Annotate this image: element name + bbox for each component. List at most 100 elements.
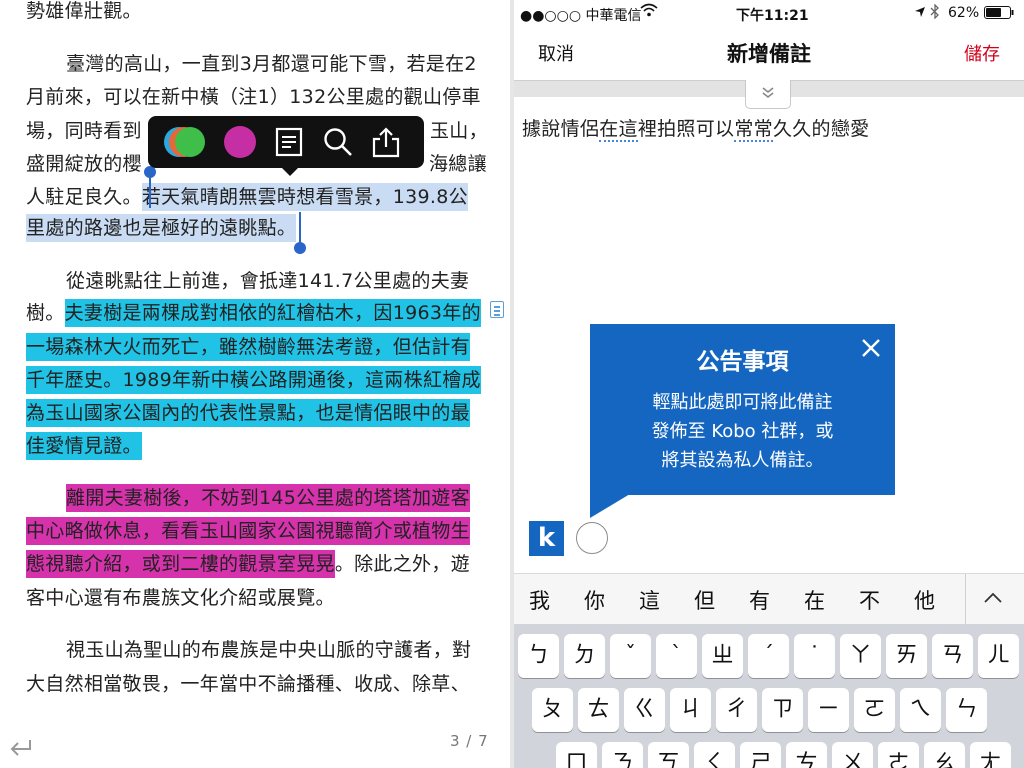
note-input[interactable]: 據說情侶在這裡拍照可以常常久久的戀愛 xyxy=(522,114,870,142)
cancel-button[interactable]: 取消 xyxy=(538,40,574,66)
key[interactable]: ˇ xyxy=(610,634,651,678)
close-icon[interactable] xyxy=(859,336,883,360)
candidate-word[interactable]: 我 xyxy=(529,585,550,615)
key[interactable]: ㄟ xyxy=(900,688,941,732)
key[interactable]: ˊ xyxy=(748,634,789,678)
cyan-highlight[interactable]: 佳愛情見證。 xyxy=(26,432,142,460)
text-line: 場，同時看到 xyxy=(26,120,142,142)
candidate-word[interactable]: 有 xyxy=(749,585,770,615)
candidate-word[interactable]: 在 xyxy=(804,585,825,615)
page-title: 新增備註 xyxy=(727,42,811,66)
location-icon xyxy=(914,6,926,22)
text-line: 海總讓 xyxy=(429,153,487,175)
callout-pointer xyxy=(590,494,630,518)
bluetooth-icon xyxy=(930,3,940,23)
text-line[interactable]: 里處的路邊也是極好的遠眺點。 xyxy=(26,213,297,243)
save-button[interactable]: 儲存 xyxy=(964,40,1000,66)
candidate-word[interactable]: 不 xyxy=(859,585,880,615)
key[interactable]: ㄊ xyxy=(578,688,619,732)
key[interactable]: ㄣ xyxy=(946,688,987,732)
selection-end-knob[interactable] xyxy=(294,242,306,254)
cyan-highlight[interactable]: 一場森林大火而死亡，雖然樹齡無法考證，但估計有 xyxy=(26,333,470,361)
search-icon[interactable] xyxy=(320,116,356,168)
back-arrow-icon[interactable] xyxy=(8,738,34,762)
text-segment: 人駐足良久。 xyxy=(26,186,142,208)
key[interactable]: ㄅ xyxy=(518,634,559,678)
share-icon[interactable] xyxy=(368,116,404,168)
text-line: 月前來，可以在新中橫（注1）132公里處的觀山停車 xyxy=(26,86,481,108)
key[interactable]: ㄠ xyxy=(924,742,965,768)
text-line[interactable]: 佳愛情見證。 xyxy=(26,431,142,461)
text-line[interactable]: 樹。夫妻樹是兩棵成對相依的紅檜枯木，因1963年的 xyxy=(26,298,481,328)
note-text-part: 久久的戀愛 xyxy=(772,118,870,140)
selected-text[interactable]: 若天氣晴朗無雲時想看雪景，139.8公 xyxy=(141,183,468,211)
magenta-highlight-icon[interactable] xyxy=(220,116,260,168)
text-segment: 。除此之外，遊 xyxy=(334,553,470,575)
add-note-icon[interactable] xyxy=(272,116,306,168)
selected-text[interactable]: 里處的路邊也是極好的遠眺點。 xyxy=(26,214,297,242)
text-line[interactable]: 中心略做休息，看看玉山國家公園視聽簡介或植物生 xyxy=(26,516,470,546)
multicolor-highlight-icon[interactable] xyxy=(160,116,210,168)
callout-line: 發佈至 Kobo 社群，或 xyxy=(651,421,834,442)
kobo-share-button[interactable]: k xyxy=(529,521,564,556)
key[interactable]: ㄑ xyxy=(694,742,735,768)
key[interactable]: ㄢ xyxy=(932,634,973,678)
text-line[interactable]: 離開夫妻樹後，不妨到145公里處的塔塔加遊客 xyxy=(66,483,470,513)
text-line[interactable]: 態視聽介紹，或到二樓的觀景室晃晃。除此之外，遊 xyxy=(26,549,470,579)
text-line: 玉山， xyxy=(430,120,488,142)
double-chevron-down-icon xyxy=(762,87,774,99)
key[interactable]: ㄤ xyxy=(970,742,1011,768)
key[interactable]: ㄦ xyxy=(978,634,1019,678)
cyan-highlight[interactable]: 為玉山國家公園內的代表性景點，也是情侶眼中的最 xyxy=(26,399,470,427)
key[interactable]: ㄛ xyxy=(854,688,895,732)
carrier-label: ●●○○○ 中華電信 xyxy=(520,8,642,24)
magenta-highlight[interactable]: 中心略做休息，看看玉山國家公園視聽簡介或植物生 xyxy=(26,517,470,545)
note-marker-icon[interactable] xyxy=(490,301,504,318)
collapse-button[interactable] xyxy=(745,80,791,109)
cyan-highlight[interactable]: 千年歷史。1989年新中橫公路開通後，這兩株紅檜成 xyxy=(26,366,481,394)
key[interactable]: ㄞ xyxy=(886,634,927,678)
key[interactable]: ㄍ xyxy=(624,688,665,732)
text-line: 盛開綻放的櫻 xyxy=(26,153,142,175)
magenta-highlight[interactable]: 態視聽介紹，或到二樓的觀景室晃晃 xyxy=(26,550,335,578)
key[interactable]: ㄕ xyxy=(740,742,781,768)
expand-candidates-icon[interactable] xyxy=(981,586,1005,614)
candidate-word[interactable]: 你 xyxy=(584,585,605,615)
privacy-toggle[interactable] xyxy=(576,522,608,554)
key[interactable]: ㄔ xyxy=(716,688,757,732)
selection-toolbar xyxy=(148,116,424,176)
text-line[interactable]: 千年歷史。1989年新中橫公路開通後，這兩株紅檜成 xyxy=(26,365,481,395)
note-text-part: 在這 xyxy=(599,118,638,142)
key[interactable]: ˙ xyxy=(794,634,835,678)
text-line[interactable]: 人駐足良久。若天氣晴朗無雲時想看雪景，139.8公 xyxy=(26,182,468,212)
callout-line: 輕點此處即可將此備註 xyxy=(652,392,833,413)
text-line[interactable]: 為玉山國家公園內的代表性景點，也是情侶眼中的最 xyxy=(26,398,470,428)
text-line: 從遠眺點往上前進，會抵達141.7公里處的夫妻 xyxy=(66,270,470,292)
cyan-highlight[interactable]: 夫妻樹是兩棵成對相依的紅檜枯木，因1963年的 xyxy=(64,299,481,327)
text-segment: 樹。 xyxy=(26,302,65,324)
key[interactable]: ㄎ xyxy=(648,742,689,768)
key[interactable]: ㄓ xyxy=(702,634,743,678)
key[interactable]: ㄚ xyxy=(840,634,881,678)
key[interactable]: ㄘ xyxy=(786,742,827,768)
candidate-word[interactable]: 他 xyxy=(914,585,935,615)
key[interactable]: ㄜ xyxy=(878,742,919,768)
key[interactable]: ㄧ xyxy=(808,688,849,732)
key[interactable]: ㄨ xyxy=(832,742,873,768)
candidate-word[interactable]: 但 xyxy=(694,585,715,615)
key[interactable]: ˋ xyxy=(656,634,697,678)
key[interactable]: ㄇ xyxy=(556,742,597,768)
key[interactable]: ㄆ xyxy=(532,688,573,732)
note-panel: ●●○○○ 中華電信 下午11:21 62% 新增備註 取消 儲存 據說情侶在這… xyxy=(514,0,1024,768)
reader-page: 勢雄偉壯觀。 臺灣的高山，一直到3月都還可能下雪，若是在2 月前來，可以在新中橫… xyxy=(0,0,510,768)
key[interactable]: ㄉ xyxy=(564,634,605,678)
candidate-word[interactable]: 這 xyxy=(639,585,660,615)
text-line: 視玉山為聖山的布農族是中央山脈的守護者，對 xyxy=(66,639,472,661)
key[interactable]: ㄐ xyxy=(670,688,711,732)
key[interactable]: ㄗ xyxy=(762,688,803,732)
magenta-highlight[interactable]: 離開夫妻樹後，不妨到145公里處的塔塔加遊客 xyxy=(66,484,470,512)
wifi-icon xyxy=(640,3,658,21)
key[interactable]: ㄋ xyxy=(602,742,643,768)
text-line[interactable]: 一場森林大火而死亡，雖然樹齡無法考證，但估計有 xyxy=(26,332,470,362)
announcement-callout[interactable]: 公告事項 輕點此處即可將此備註 發佈至 Kobo 社群，或 將其設為私人備註。 xyxy=(590,324,895,495)
